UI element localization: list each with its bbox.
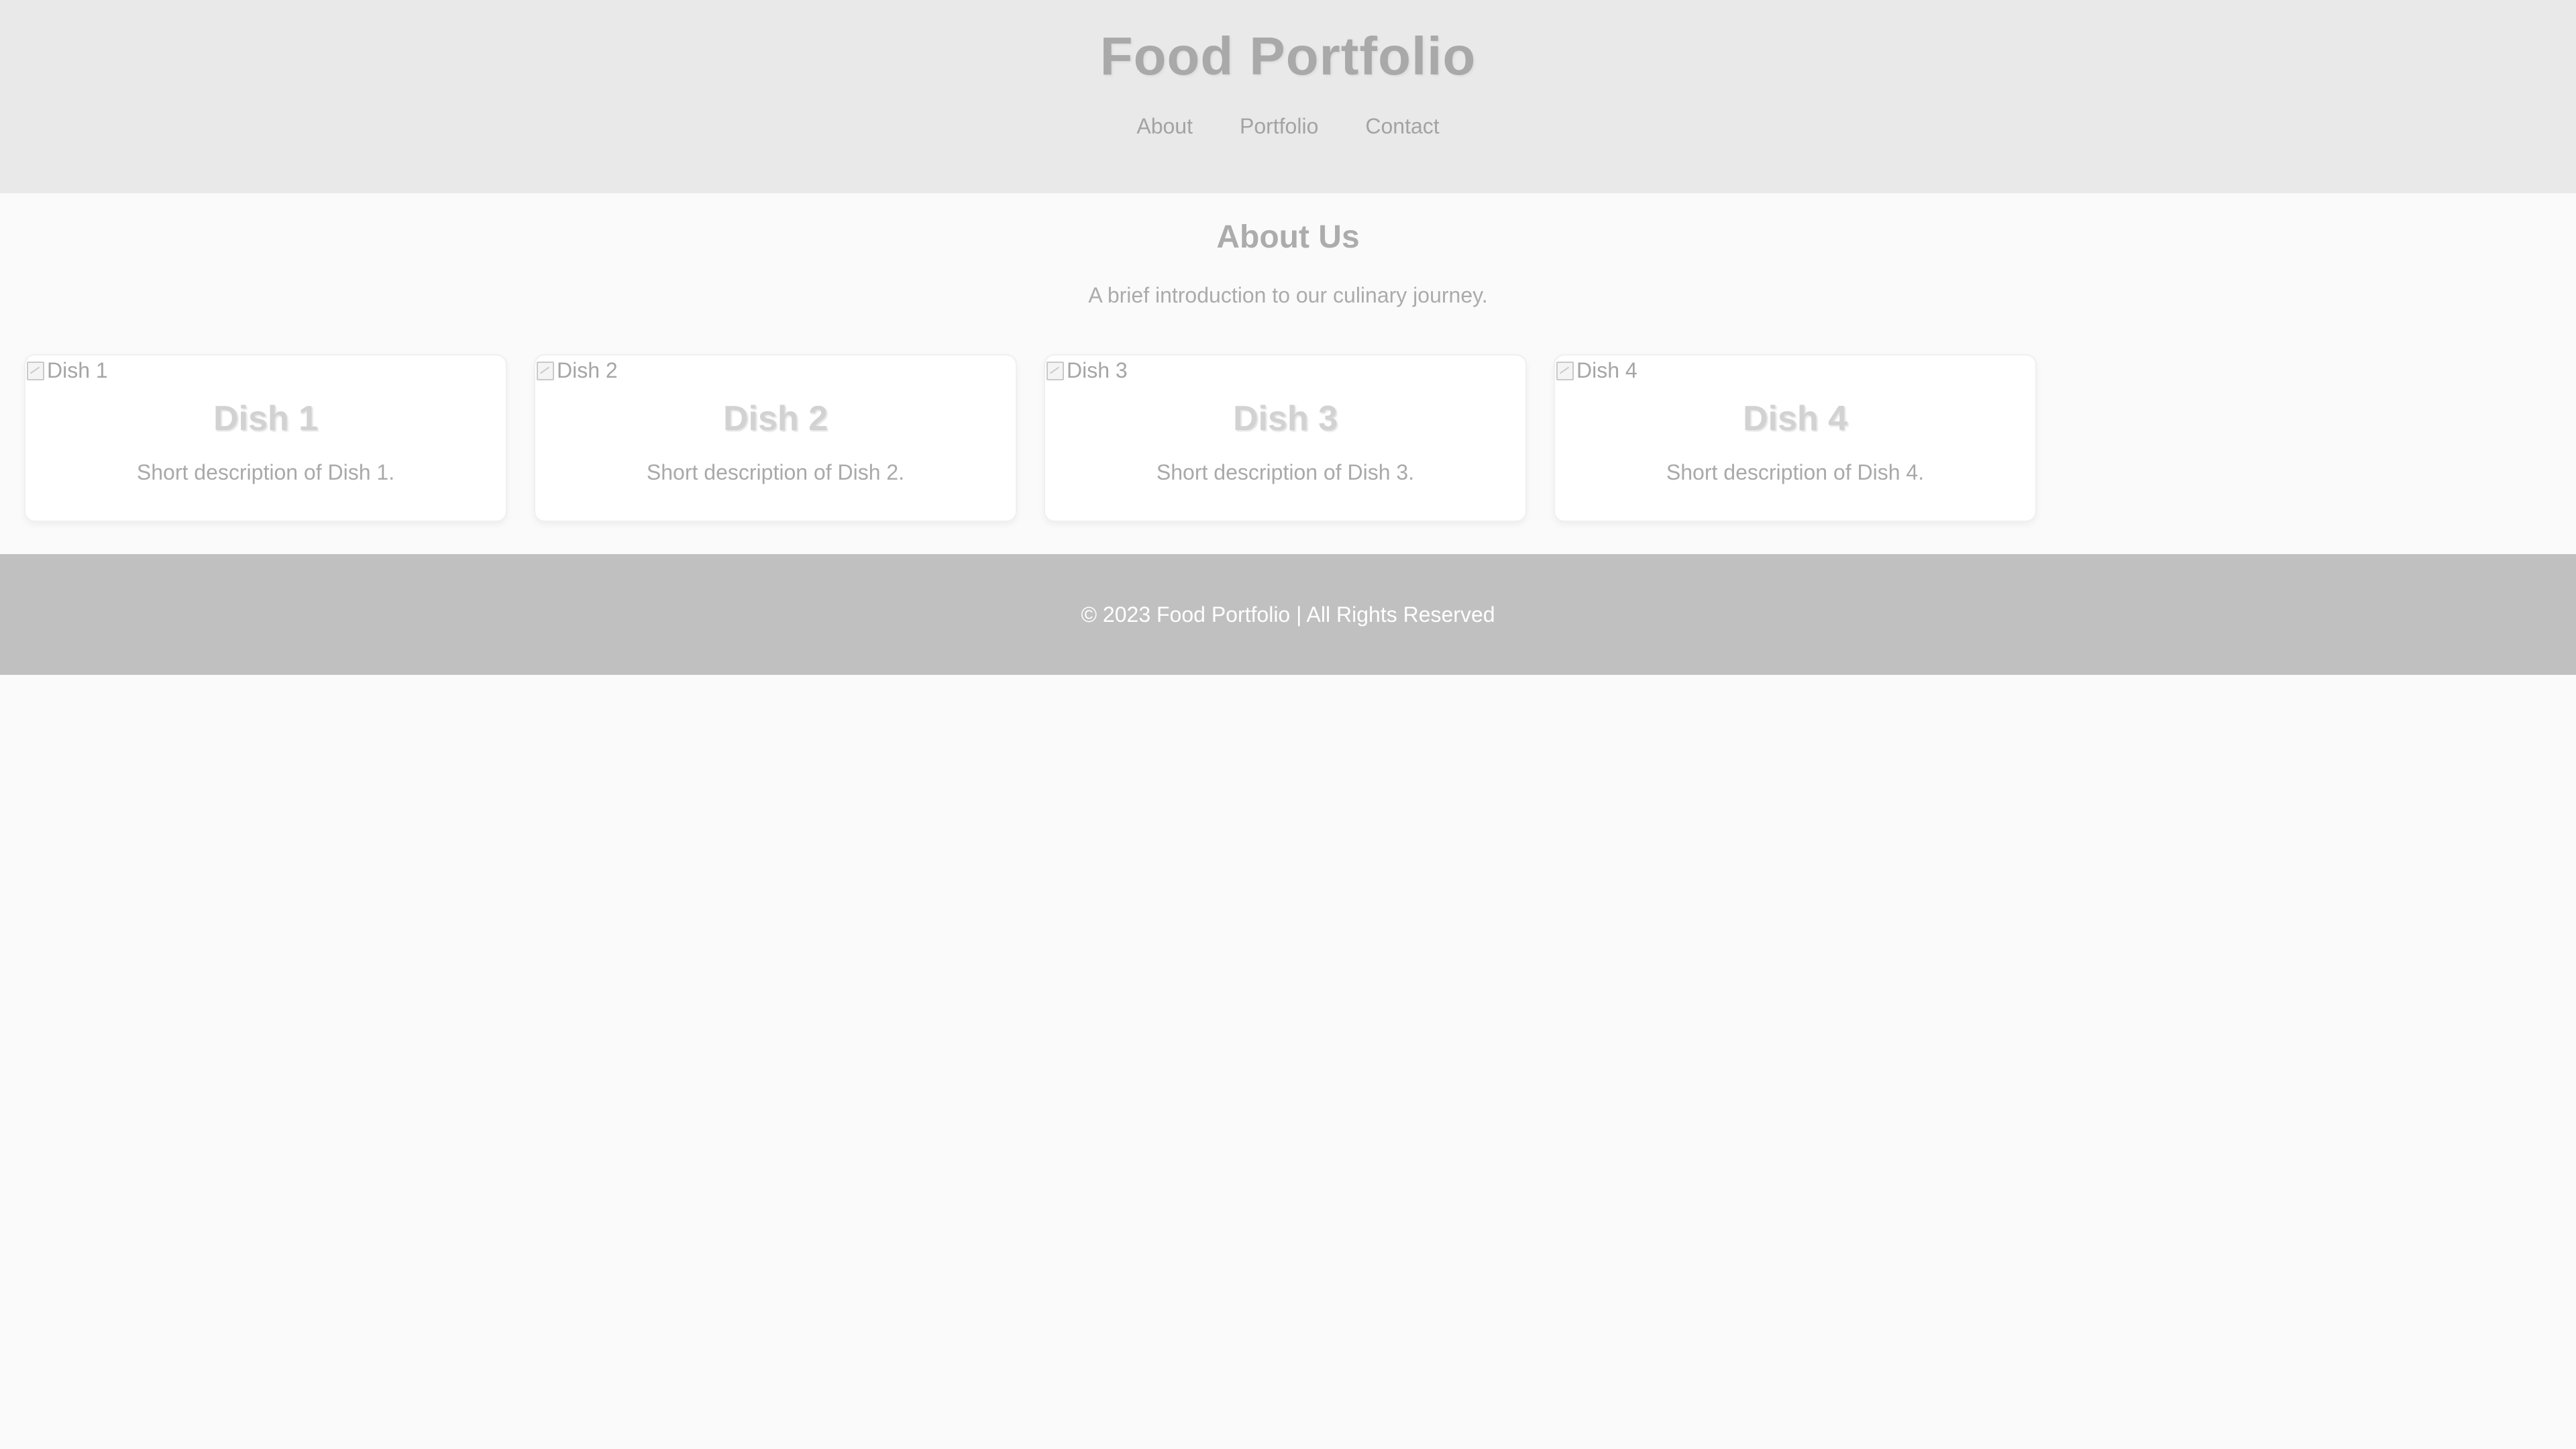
- card-image: Dish 1: [25, 356, 108, 385]
- footer-copyright: © 2023 Food Portfolio | All Rights Reser…: [1081, 602, 1495, 627]
- about-text: A brief introduction to our culinary jou…: [1088, 283, 1488, 307]
- card-image-alt: Dish 3: [1067, 358, 1128, 382]
- card-image-alt: Dish 2: [557, 358, 618, 382]
- card-title: Dish 1: [213, 399, 319, 438]
- broken-image-icon: [535, 360, 555, 380]
- portfolio-card-dish-1[interactable]: Dish 1 Dish 1 Short description of Dish …: [24, 354, 507, 522]
- broken-image-icon: [1045, 360, 1065, 380]
- card-description: Short description of Dish 2.: [646, 460, 905, 484]
- portfolio-grid: Dish 1 Dish 1 Short description of Dish …: [24, 354, 2037, 522]
- nav-link-portfolio[interactable]: Portfolio: [1240, 111, 1318, 141]
- card-title: Dish 4: [1742, 399, 1848, 438]
- site-header: Food Portfolio About Portfolio Contact: [0, 0, 2576, 193]
- nav-link-contact[interactable]: Contact: [1365, 111, 1439, 141]
- card-title: Dish 3: [1232, 399, 1338, 438]
- card-image: Dish 3: [1045, 356, 1128, 385]
- card-description: Short description of Dish 3.: [1156, 460, 1415, 484]
- card-title: Dish 2: [722, 399, 828, 438]
- about-heading: About Us: [1216, 219, 1360, 255]
- nav-link-about[interactable]: About: [1136, 111, 1193, 141]
- card-image-alt: Dish 1: [47, 358, 108, 382]
- card-description: Short description of Dish 4.: [1666, 460, 1925, 484]
- broken-image-icon: [1555, 360, 1575, 380]
- portfolio-card-dish-3[interactable]: Dish 3 Dish 3 Short description of Dish …: [1044, 354, 1527, 522]
- site-title: Food Portfolio: [1099, 26, 1477, 86]
- main-nav: About Portfolio Contact: [0, 111, 2576, 141]
- card-description: Short description of Dish 1.: [136, 460, 395, 484]
- site-footer: © 2023 Food Portfolio | All Rights Reser…: [0, 554, 2576, 675]
- portfolio-card-dish-2[interactable]: Dish 2 Dish 2 Short description of Dish …: [534, 354, 1017, 522]
- card-image: Dish 4: [1555, 356, 1638, 385]
- broken-image-icon: [25, 360, 46, 380]
- portfolio-card-dish-4[interactable]: Dish 4 Dish 4 Short description of Dish …: [1554, 354, 2037, 522]
- card-image-alt: Dish 4: [1576, 358, 1638, 382]
- card-image: Dish 2: [535, 356, 618, 385]
